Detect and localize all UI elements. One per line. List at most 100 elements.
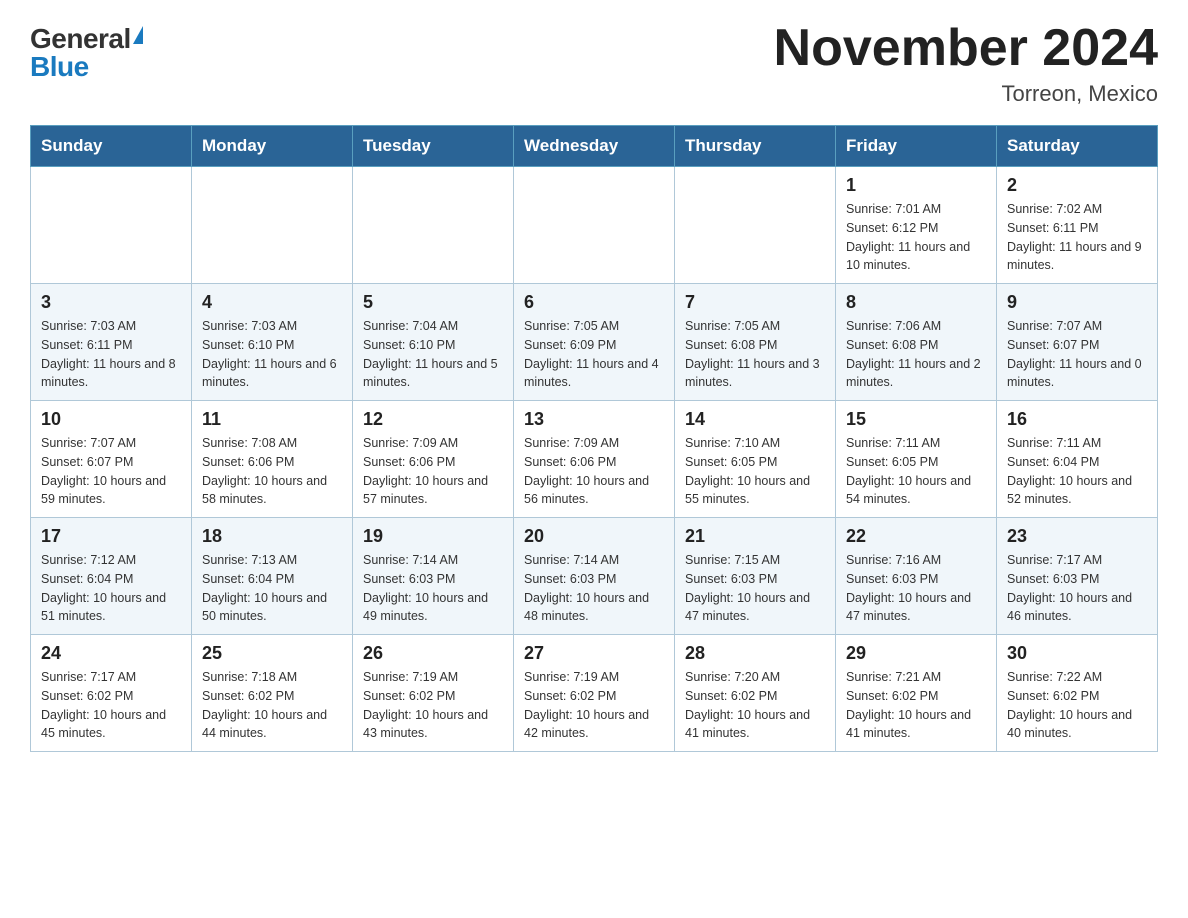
day-number: 12: [363, 409, 503, 430]
day-number: 28: [685, 643, 825, 664]
calendar-cell: 19 Sunrise: 7:14 AM Sunset: 6:03 PM Dayli…: [353, 518, 514, 635]
day-number: 4: [202, 292, 342, 313]
day-info: Sunrise: 7:07 AM Sunset: 6:07 PM Dayligh…: [41, 434, 181, 509]
page-title: November 2024: [774, 20, 1158, 77]
day-info: Sunrise: 7:13 AM Sunset: 6:04 PM Dayligh…: [202, 551, 342, 626]
day-number: 1: [846, 175, 986, 196]
calendar-cell: 21 Sunrise: 7:15 AM Sunset: 6:03 PM Dayli…: [675, 518, 836, 635]
weekday-header-thursday: Thursday: [675, 126, 836, 167]
day-info: Sunrise: 7:09 AM Sunset: 6:06 PM Dayligh…: [524, 434, 664, 509]
day-number: 8: [846, 292, 986, 313]
day-number: 23: [1007, 526, 1147, 547]
day-number: 18: [202, 526, 342, 547]
day-number: 9: [1007, 292, 1147, 313]
day-number: 20: [524, 526, 664, 547]
calendar-cell: 8Sunrise: 7:06 AM Sunset: 6:08 PM Daylig…: [836, 284, 997, 401]
calendar-cell: 12 Sunrise: 7:09 AM Sunset: 6:06 PM Dayli…: [353, 401, 514, 518]
weekday-header-saturday: Saturday: [997, 126, 1158, 167]
calendar-cell: [353, 167, 514, 284]
calendar-week-2: 3Sunrise: 7:03 AM Sunset: 6:11 PM Daylig…: [31, 284, 1158, 401]
calendar-cell: 25 Sunrise: 7:18 AM Sunset: 6:02 PM Dayli…: [192, 635, 353, 752]
day-number: 15: [846, 409, 986, 430]
day-info: Sunrise: 7:20 AM Sunset: 6:02 PM Dayligh…: [685, 668, 825, 743]
day-number: 22: [846, 526, 986, 547]
day-number: 24: [41, 643, 181, 664]
day-number: 13: [524, 409, 664, 430]
weekday-header-wednesday: Wednesday: [514, 126, 675, 167]
calendar-week-4: 17 Sunrise: 7:12 AM Sunset: 6:04 PM Dayli…: [31, 518, 1158, 635]
day-info: Sunrise: 7:12 AM Sunset: 6:04 PM Dayligh…: [41, 551, 181, 626]
day-number: 21: [685, 526, 825, 547]
day-info: Sunrise: 7:03 AM Sunset: 6:10 PM Dayligh…: [202, 317, 342, 392]
title-block: November 2024 Torreon, Mexico: [774, 20, 1158, 107]
day-info: Sunrise: 7:10 AM Sunset: 6:05 PM Dayligh…: [685, 434, 825, 509]
page-subtitle: Torreon, Mexico: [774, 81, 1158, 107]
day-info: Sunrise: 7:21 AM Sunset: 6:02 PM Dayligh…: [846, 668, 986, 743]
day-info: Sunrise: 7:17 AM Sunset: 6:02 PM Dayligh…: [41, 668, 181, 743]
day-info: Sunrise: 7:05 AM Sunset: 6:09 PM Dayligh…: [524, 317, 664, 392]
calendar-cell: 1Sunrise: 7:01 AM Sunset: 6:12 PM Daylig…: [836, 167, 997, 284]
calendar-cell: 4 Sunrise: 7:03 AM Sunset: 6:10 PM Daylig…: [192, 284, 353, 401]
day-number: 16: [1007, 409, 1147, 430]
day-info: Sunrise: 7:04 AM Sunset: 6:10 PM Dayligh…: [363, 317, 503, 392]
calendar-cell: 30 Sunrise: 7:22 AM Sunset: 6:02 PM Dayli…: [997, 635, 1158, 752]
logo-general-text: General: [30, 25, 131, 53]
day-info: Sunrise: 7:14 AM Sunset: 6:03 PM Dayligh…: [363, 551, 503, 626]
day-number: 10: [41, 409, 181, 430]
calendar-cell: 5 Sunrise: 7:04 AM Sunset: 6:10 PM Daylig…: [353, 284, 514, 401]
day-number: 5: [363, 292, 503, 313]
calendar-cell: 2 Sunrise: 7:02 AM Sunset: 6:11 PM Daylig…: [997, 167, 1158, 284]
day-info: Sunrise: 7:05 AM Sunset: 6:08 PM Dayligh…: [685, 317, 825, 392]
calendar-cell: [31, 167, 192, 284]
day-number: 26: [363, 643, 503, 664]
calendar-cell: 6 Sunrise: 7:05 AM Sunset: 6:09 PM Daylig…: [514, 284, 675, 401]
calendar-cell: 27 Sunrise: 7:19 AM Sunset: 6:02 PM Dayli…: [514, 635, 675, 752]
day-info: Sunrise: 7:18 AM Sunset: 6:02 PM Dayligh…: [202, 668, 342, 743]
calendar-cell: 3Sunrise: 7:03 AM Sunset: 6:11 PM Daylig…: [31, 284, 192, 401]
calendar-cell: [192, 167, 353, 284]
calendar-cell: 24 Sunrise: 7:17 AM Sunset: 6:02 PM Dayli…: [31, 635, 192, 752]
day-info: Sunrise: 7:09 AM Sunset: 6:06 PM Dayligh…: [363, 434, 503, 509]
day-info: Sunrise: 7:15 AM Sunset: 6:03 PM Dayligh…: [685, 551, 825, 626]
weekday-header-friday: Friday: [836, 126, 997, 167]
calendar-table: SundayMondayTuesdayWednesdayThursdayFrid…: [30, 125, 1158, 752]
calendar-cell: 10 Sunrise: 7:07 AM Sunset: 6:07 PM Dayli…: [31, 401, 192, 518]
day-info: Sunrise: 7:11 AM Sunset: 6:05 PM Dayligh…: [846, 434, 986, 509]
weekday-header-monday: Monday: [192, 126, 353, 167]
calendar-week-3: 10 Sunrise: 7:07 AM Sunset: 6:07 PM Dayli…: [31, 401, 1158, 518]
calendar-cell: 26Sunrise: 7:19 AM Sunset: 6:02 PM Dayli…: [353, 635, 514, 752]
day-info: Sunrise: 7:07 AM Sunset: 6:07 PM Dayligh…: [1007, 317, 1147, 392]
day-info: Sunrise: 7:14 AM Sunset: 6:03 PM Dayligh…: [524, 551, 664, 626]
calendar-week-5: 24 Sunrise: 7:17 AM Sunset: 6:02 PM Dayli…: [31, 635, 1158, 752]
calendar-cell: 18 Sunrise: 7:13 AM Sunset: 6:04 PM Dayli…: [192, 518, 353, 635]
calendar-cell: 14Sunrise: 7:10 AM Sunset: 6:05 PM Dayli…: [675, 401, 836, 518]
day-number: 25: [202, 643, 342, 664]
day-info: Sunrise: 7:22 AM Sunset: 6:02 PM Dayligh…: [1007, 668, 1147, 743]
weekday-header-sunday: Sunday: [31, 126, 192, 167]
day-number: 11: [202, 409, 342, 430]
calendar-cell: 11 Sunrise: 7:08 AM Sunset: 6:06 PM Dayli…: [192, 401, 353, 518]
day-number: 27: [524, 643, 664, 664]
day-info: Sunrise: 7:03 AM Sunset: 6:11 PM Dayligh…: [41, 317, 181, 392]
logo: General Blue: [30, 20, 143, 81]
day-info: Sunrise: 7:11 AM Sunset: 6:04 PM Dayligh…: [1007, 434, 1147, 509]
day-number: 29: [846, 643, 986, 664]
calendar-cell: 17 Sunrise: 7:12 AM Sunset: 6:04 PM Dayli…: [31, 518, 192, 635]
logo-blue-text: Blue: [30, 53, 89, 81]
calendar-cell: 22Sunrise: 7:16 AM Sunset: 6:03 PM Dayli…: [836, 518, 997, 635]
calendar-cell: 29 Sunrise: 7:21 AM Sunset: 6:02 PM Dayli…: [836, 635, 997, 752]
page-header: General Blue November 2024 Torreon, Mexi…: [30, 20, 1158, 107]
calendar-cell: 13 Sunrise: 7:09 AM Sunset: 6:06 PM Dayli…: [514, 401, 675, 518]
day-info: Sunrise: 7:08 AM Sunset: 6:06 PM Dayligh…: [202, 434, 342, 509]
day-number: 7: [685, 292, 825, 313]
logo-triangle-icon: [133, 26, 143, 44]
day-number: 17: [41, 526, 181, 547]
day-info: Sunrise: 7:19 AM Sunset: 6:02 PM Dayligh…: [524, 668, 664, 743]
day-info: Sunrise: 7:02 AM Sunset: 6:11 PM Dayligh…: [1007, 200, 1147, 275]
day-number: 30: [1007, 643, 1147, 664]
day-number: 2: [1007, 175, 1147, 196]
calendar-cell: 16 Sunrise: 7:11 AM Sunset: 6:04 PM Dayli…: [997, 401, 1158, 518]
calendar-cell: 20 Sunrise: 7:14 AM Sunset: 6:03 PM Dayli…: [514, 518, 675, 635]
day-number: 6: [524, 292, 664, 313]
day-number: 19: [363, 526, 503, 547]
